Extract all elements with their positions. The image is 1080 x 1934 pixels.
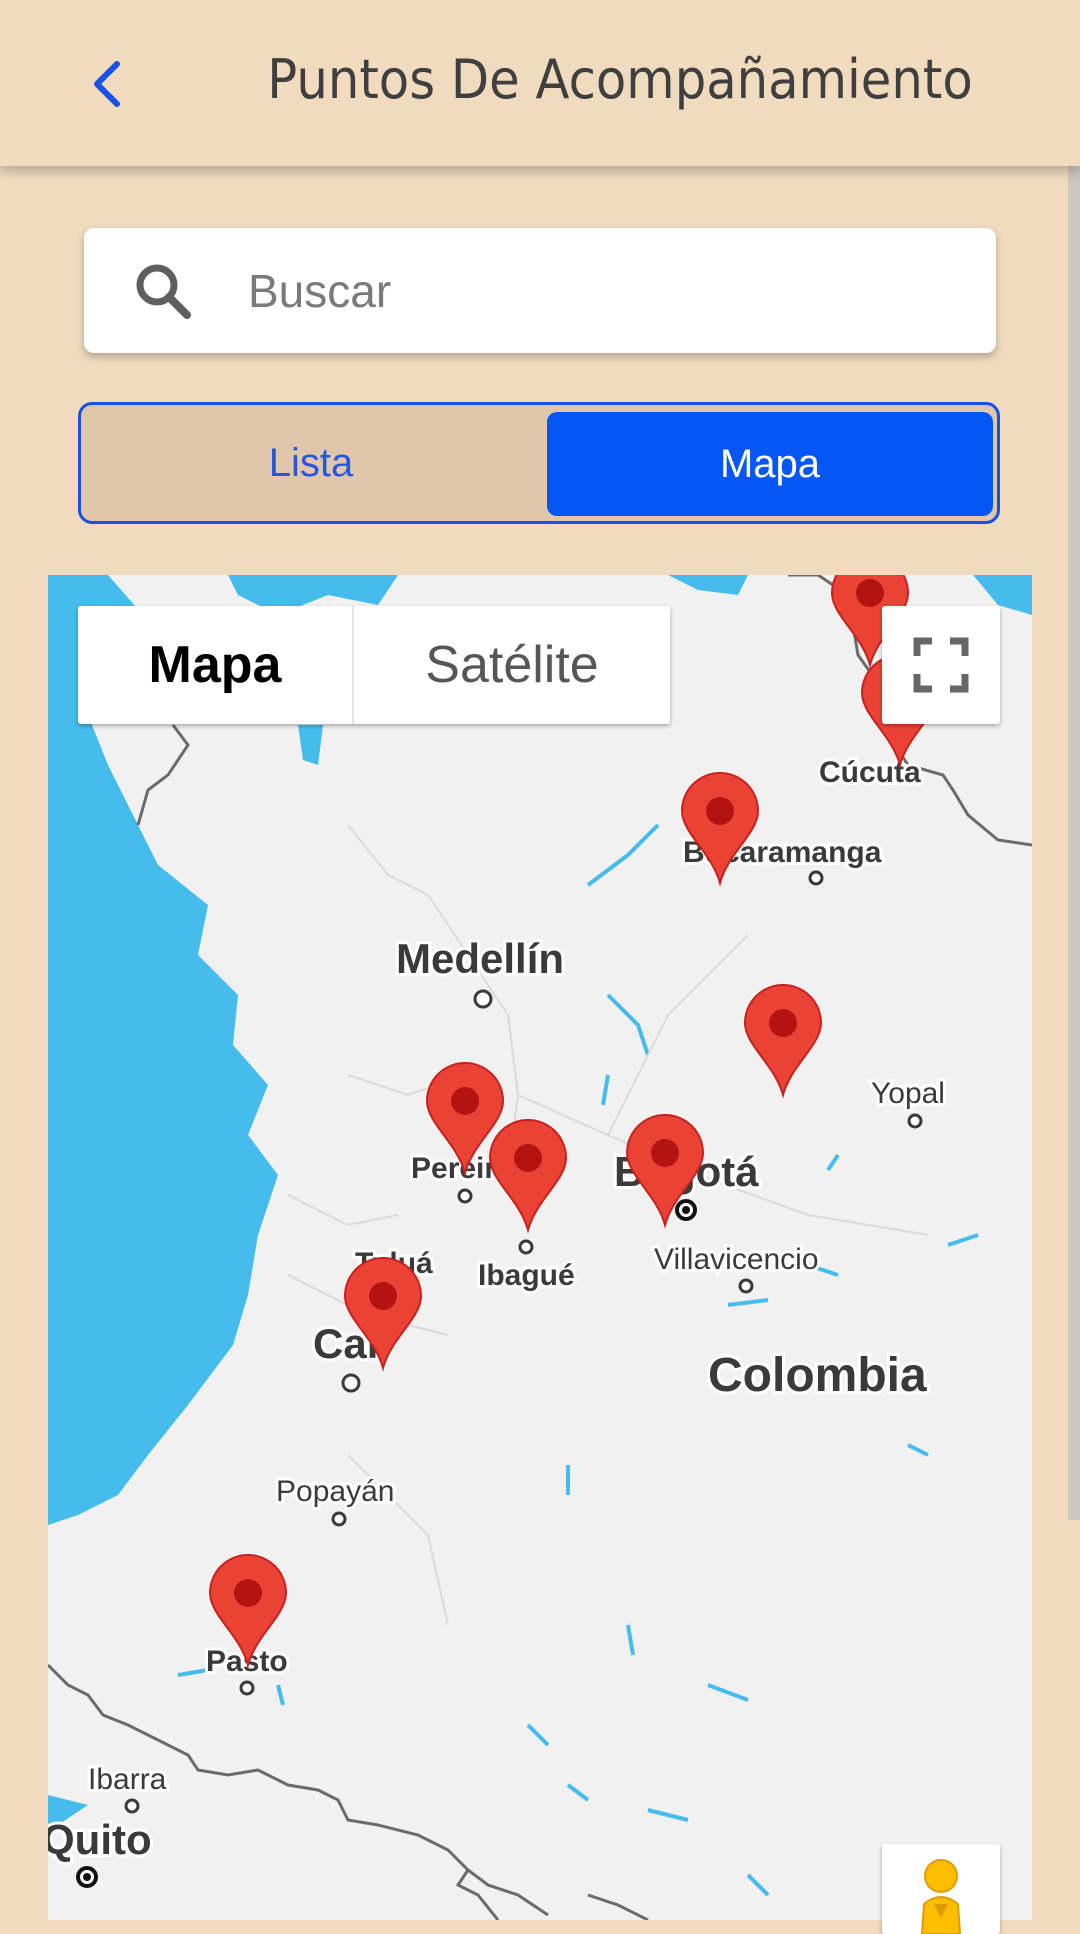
tab-lista[interactable]: Lista (81, 405, 541, 521)
city-label-popayan: Popayán (276, 1475, 394, 1508)
map-type-control: Mapa Satélite (78, 606, 670, 724)
city-label-yopal: Yopal (871, 1077, 945, 1110)
search-icon (136, 264, 191, 319)
tab-mapa[interactable]: Mapa (547, 412, 993, 516)
chevron-left-icon (94, 61, 120, 107)
map-view[interactable]: Cúcuta Bucaramanga Medellín Yopal Pereir… (48, 575, 1032, 1920)
street-view-pegman-icon (920, 1859, 962, 1934)
city-label-medellin: Medellín (396, 935, 564, 982)
city-label-ibarra: Ibarra (88, 1763, 167, 1796)
view-toggle: Lista Mapa (78, 402, 1000, 524)
city-label-villavicencio: Villavicencio (654, 1243, 819, 1276)
app-bar: Puntos De Acompañamiento (0, 0, 1080, 166)
city-label-quito: Quito (48, 1816, 152, 1863)
scrollbar[interactable] (1068, 0, 1080, 1520)
fullscreen-icon (913, 637, 969, 693)
map-canvas: Cúcuta Bucaramanga Medellín Yopal Pereir… (48, 575, 1032, 1920)
map-type-map-button[interactable]: Mapa (78, 606, 352, 724)
fullscreen-button[interactable] (882, 606, 1000, 724)
street-view-button[interactable] (882, 1844, 1000, 1934)
city-label-cucuta: Cúcuta (819, 756, 921, 789)
back-button[interactable] (78, 52, 134, 116)
map-type-satellite-button[interactable]: Satélite (354, 606, 670, 724)
page-title: Puntos De Acompañamiento (267, 48, 973, 111)
search-input[interactable] (246, 250, 950, 332)
city-label-ibague: Ibagué (478, 1259, 575, 1292)
country-label-colombia: Colombia (708, 1349, 927, 1402)
